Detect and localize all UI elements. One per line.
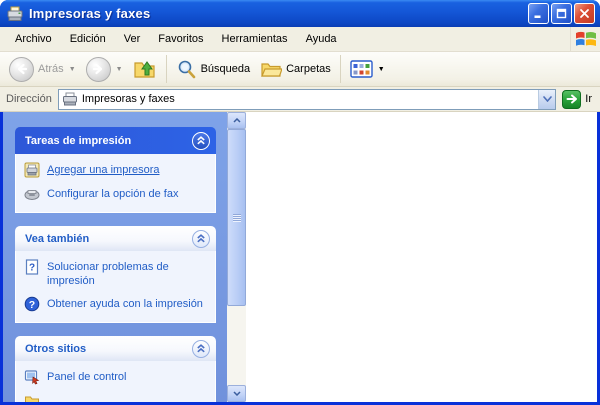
chevron-up-icon [233, 118, 241, 123]
panel-see-also-body: ? Solucionar problemas de impresión ? Ob… [15, 251, 216, 323]
task-label: Obtener ayuda con la impresión [47, 297, 203, 311]
panel-see-also: Vea también ? Solucionar problemas de im… [15, 226, 216, 323]
up-button[interactable] [128, 56, 162, 82]
menu-herramientas[interactable]: Herramientas [213, 29, 297, 49]
folder-icon [24, 393, 40, 402]
panel-print-tasks: Tareas de impresión Agregar una impres [15, 127, 216, 213]
forward-icon [86, 57, 111, 82]
content-area: Tareas de impresión Agregar una impres [0, 112, 600, 405]
back-button[interactable]: Atrás ▼ [4, 55, 81, 84]
views-dropdown-icon[interactable]: ▼ [378, 66, 385, 73]
address-combobox[interactable]: Impresoras y faxes [58, 89, 556, 110]
control-panel-icon [24, 369, 40, 385]
title-bar: Impresoras y faxes [0, 0, 600, 27]
task-label: Agregar una impresora [47, 163, 160, 177]
views-icon [350, 60, 373, 78]
panel-other-places-body: Panel de control [15, 361, 216, 402]
scrollbar-grip-icon [233, 214, 241, 221]
task-add-printer[interactable]: Agregar una impresora [24, 163, 209, 178]
panel-print-tasks-header[interactable]: Tareas de impresión [15, 127, 216, 154]
panel-other-places-header[interactable]: Otros sitios [15, 336, 216, 361]
printer-window-icon [6, 6, 24, 22]
svg-text:?: ? [29, 299, 35, 311]
folders-label: Carpetas [286, 63, 331, 75]
svg-text:?: ? [29, 263, 35, 274]
folders-button[interactable]: Carpetas [255, 57, 336, 81]
collapse-chevron-icon[interactable] [192, 230, 210, 248]
menu-archivo[interactable]: Archivo [6, 29, 61, 49]
forward-dropdown-icon[interactable]: ▼ [116, 66, 123, 73]
up-folder-icon [133, 58, 157, 80]
back-label: Atrás [38, 63, 64, 75]
task-pane: Tareas de impresión Agregar una impres [3, 112, 227, 402]
chevron-down-icon [233, 391, 241, 396]
maximize-button[interactable] [551, 3, 572, 24]
address-value: Impresoras y faxes [82, 93, 538, 105]
scroll-down-button[interactable] [227, 385, 246, 402]
window-title: Impresoras y faxes [29, 6, 528, 21]
taskpane-scrollbar[interactable] [227, 112, 246, 402]
toolbar-separator [166, 55, 167, 83]
troubleshoot-icon: ? [24, 259, 40, 275]
panel-title: Otros sitios [25, 343, 192, 355]
menu-ayuda[interactable]: Ayuda [297, 29, 346, 49]
menu-bar: Archivo Edición Ver Favoritos Herramient… [0, 27, 600, 52]
add-printer-icon [24, 162, 40, 178]
minimize-button[interactable] [528, 3, 549, 24]
back-icon [9, 57, 34, 82]
go-arrow-icon [566, 94, 578, 104]
scrollbar-thumb[interactable] [227, 129, 246, 306]
task-troubleshoot[interactable]: ? Solucionar problemas de impresión [24, 260, 209, 288]
task-label: Panel de control [47, 370, 127, 384]
views-button[interactable]: ▼ [345, 58, 390, 80]
collapse-chevron-icon[interactable] [192, 340, 210, 358]
help-icon: ? [24, 296, 40, 312]
panel-print-tasks-body: Agregar una impresora Configurar la opci… [15, 154, 216, 213]
address-dropdown-button[interactable] [538, 90, 555, 109]
close-button[interactable] [574, 3, 595, 24]
address-bar: Dirección Impresoras y faxes Ir [0, 87, 600, 112]
explorer-window: Impresoras y faxes Archivo Edición Ver F… [0, 0, 600, 405]
task-clipped-item[interactable] [24, 394, 209, 402]
search-button[interactable]: Búsqueda [171, 57, 256, 82]
scrollbar-track[interactable] [227, 306, 246, 385]
printer-icon [62, 92, 78, 106]
task-control-panel[interactable]: Panel de control [24, 370, 209, 385]
toolbar-separator [340, 55, 341, 83]
panel-see-also-header[interactable]: Vea también [15, 226, 216, 251]
windows-logo-icon [570, 27, 600, 51]
task-label: Solucionar problemas de impresión [47, 260, 209, 288]
scroll-up-button[interactable] [227, 112, 246, 129]
menu-edicion[interactable]: Edición [61, 29, 115, 49]
search-icon [176, 59, 197, 80]
task-configure-fax[interactable]: Configurar la opción de fax [24, 187, 209, 202]
folder-view[interactable] [246, 112, 597, 402]
task-label: Configurar la opción de fax [47, 187, 178, 201]
search-label: Búsqueda [201, 63, 251, 75]
fax-icon [24, 186, 40, 202]
panel-title: Tareas de impresión [25, 135, 192, 147]
menu-ver[interactable]: Ver [115, 29, 150, 49]
back-dropdown-icon[interactable]: ▼ [69, 66, 76, 73]
menu-favoritos[interactable]: Favoritos [149, 29, 212, 49]
panel-title: Vea también [25, 233, 192, 245]
collapse-chevron-icon[interactable] [192, 132, 210, 150]
forward-button[interactable]: ▼ [81, 55, 128, 84]
go-label: Ir [585, 93, 592, 105]
panel-other-places: Otros sitios Panel de control [15, 336, 216, 402]
toolbar: Atrás ▼ ▼ Búsqueda [0, 52, 600, 87]
folders-icon [260, 59, 282, 79]
go-button[interactable] [562, 90, 581, 109]
task-get-help[interactable]: ? Obtener ayuda con la impresión [24, 297, 209, 312]
address-label: Dirección [6, 93, 52, 105]
